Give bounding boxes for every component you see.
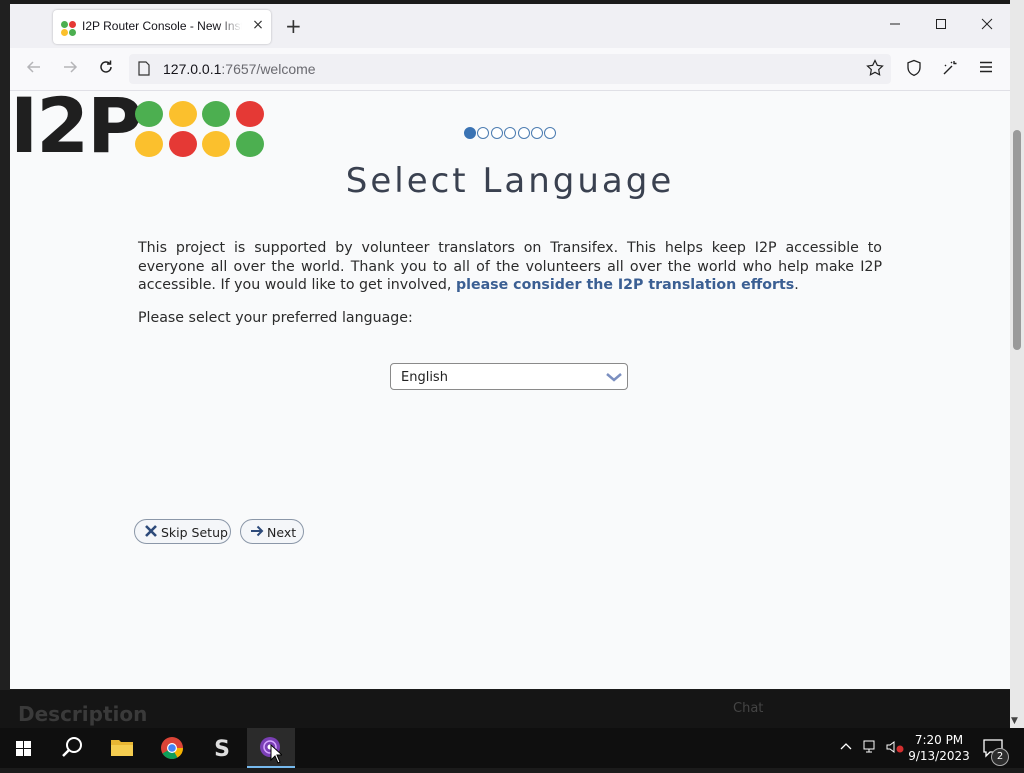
background-app-strip: Description Chat <box>0 690 1010 728</box>
logo-dot <box>235 131 264 157</box>
logo-dot <box>235 101 264 127</box>
tab-title: I2P Router Console - New Install Wizard <box>82 19 242 33</box>
s-app-icon[interactable]: S <box>198 728 246 768</box>
translation-efforts-link[interactable]: please consider the I2P translation effo… <box>456 277 794 293</box>
language-select[interactable]: English <box>390 363 628 390</box>
minimize-button[interactable] <box>885 16 905 36</box>
notification-count-badge: 2 <box>991 748 1009 766</box>
browser-tab-active[interactable]: I2P Router Console - New Install Wizard … <box>53 10 271 44</box>
close-window-button[interactable] <box>977 16 997 36</box>
chevron-down-icon <box>606 373 622 382</box>
search-icon[interactable] <box>48 728 96 768</box>
page-icon <box>138 61 150 76</box>
progress-step <box>490 127 503 139</box>
desktop-background-left <box>0 0 10 728</box>
i2p-logo-text: I2P <box>10 81 143 170</box>
background-description-label: Description <box>18 702 148 726</box>
system-clock[interactable]: 7:20 PM 9/13/2023 <box>906 732 972 764</box>
language-prompt: Please select your preferred language: <box>138 310 413 326</box>
logo-dot <box>202 131 230 157</box>
reload-icon[interactable] <box>96 59 116 79</box>
url-text[interactable]: 127.0.0.1:7657/welcome <box>163 61 316 77</box>
arrow-right-icon <box>251 525 264 537</box>
maximize-button[interactable] <box>931 16 951 36</box>
volume-muted-icon[interactable] <box>886 740 904 758</box>
outer-scrollbar[interactable]: ▼ <box>1010 0 1024 728</box>
next-button[interactable]: Next <box>240 519 304 544</box>
i2p-favicon-icon <box>61 21 77 37</box>
logo-dot <box>202 101 230 127</box>
network-icon[interactable] <box>863 740 879 758</box>
intro-end: . <box>794 277 799 293</box>
browser-titlebar: I2P Router Console - New Install Wizard … <box>10 4 1010 48</box>
file-explorer-icon[interactable] <box>98 728 146 768</box>
logo-dot <box>168 101 197 127</box>
menu-icon[interactable] <box>976 59 996 79</box>
extensions-icon[interactable] <box>940 59 960 79</box>
skip-setup-label: Skip Setup <box>161 525 228 540</box>
logo-dot <box>135 131 163 157</box>
clock-time: 7:20 PM <box>914 733 964 747</box>
background-chat-label: Chat <box>733 701 764 716</box>
skip-setup-button[interactable]: Skip Setup <box>134 519 231 544</box>
intro-paragraph: This project is supported by volunteer t… <box>138 239 882 295</box>
url-host: 127.0.0.1 <box>163 61 222 77</box>
page-content: I2P Select Language This project is supp… <box>10 81 1010 689</box>
next-label: Next <box>267 525 297 540</box>
progress-step <box>544 127 557 139</box>
browser-window: I2P Router Console - New Install Wizard … <box>10 4 1010 689</box>
progress-step <box>504 127 517 139</box>
logo-dot <box>135 101 163 127</box>
url-path: :7657/welcome <box>221 61 316 77</box>
page-title: Select Language <box>345 161 675 201</box>
navigation-toolbar: 127.0.0.1:7657/welcome <box>10 48 1010 91</box>
close-icon <box>145 525 157 537</box>
new-tab-button[interactable]: + <box>285 16 302 36</box>
logo-dot <box>168 131 197 157</box>
mouse-cursor-icon <box>270 744 282 764</box>
windows-taskbar: S 7:20 PM 9/13/2023 2 <box>0 728 1024 768</box>
back-icon[interactable] <box>24 59 44 79</box>
language-select-value: English <box>401 370 448 385</box>
progress-step <box>477 127 490 139</box>
forward-icon[interactable] <box>60 59 80 79</box>
url-bar[interactable]: 127.0.0.1:7657/welcome <box>129 54 891 84</box>
scroll-down-arrow-icon[interactable]: ▼ <box>1011 716 1018 726</box>
bookmark-star-icon[interactable] <box>865 59 885 79</box>
chrome-icon[interactable] <box>148 728 196 768</box>
progress-step <box>517 127 530 139</box>
windows-start-icon[interactable] <box>0 728 48 768</box>
tab-close-icon[interactable]: × <box>250 17 266 33</box>
clock-date: 9/13/2023 <box>908 749 970 763</box>
svg-text:S: S <box>214 737 230 762</box>
outer-scrollbar-thumb[interactable] <box>1013 130 1021 350</box>
progress-step-current <box>464 127 476 139</box>
progress-step <box>531 127 543 139</box>
shield-icon[interactable] <box>904 59 924 79</box>
chevron-up-icon[interactable] <box>840 740 852 755</box>
